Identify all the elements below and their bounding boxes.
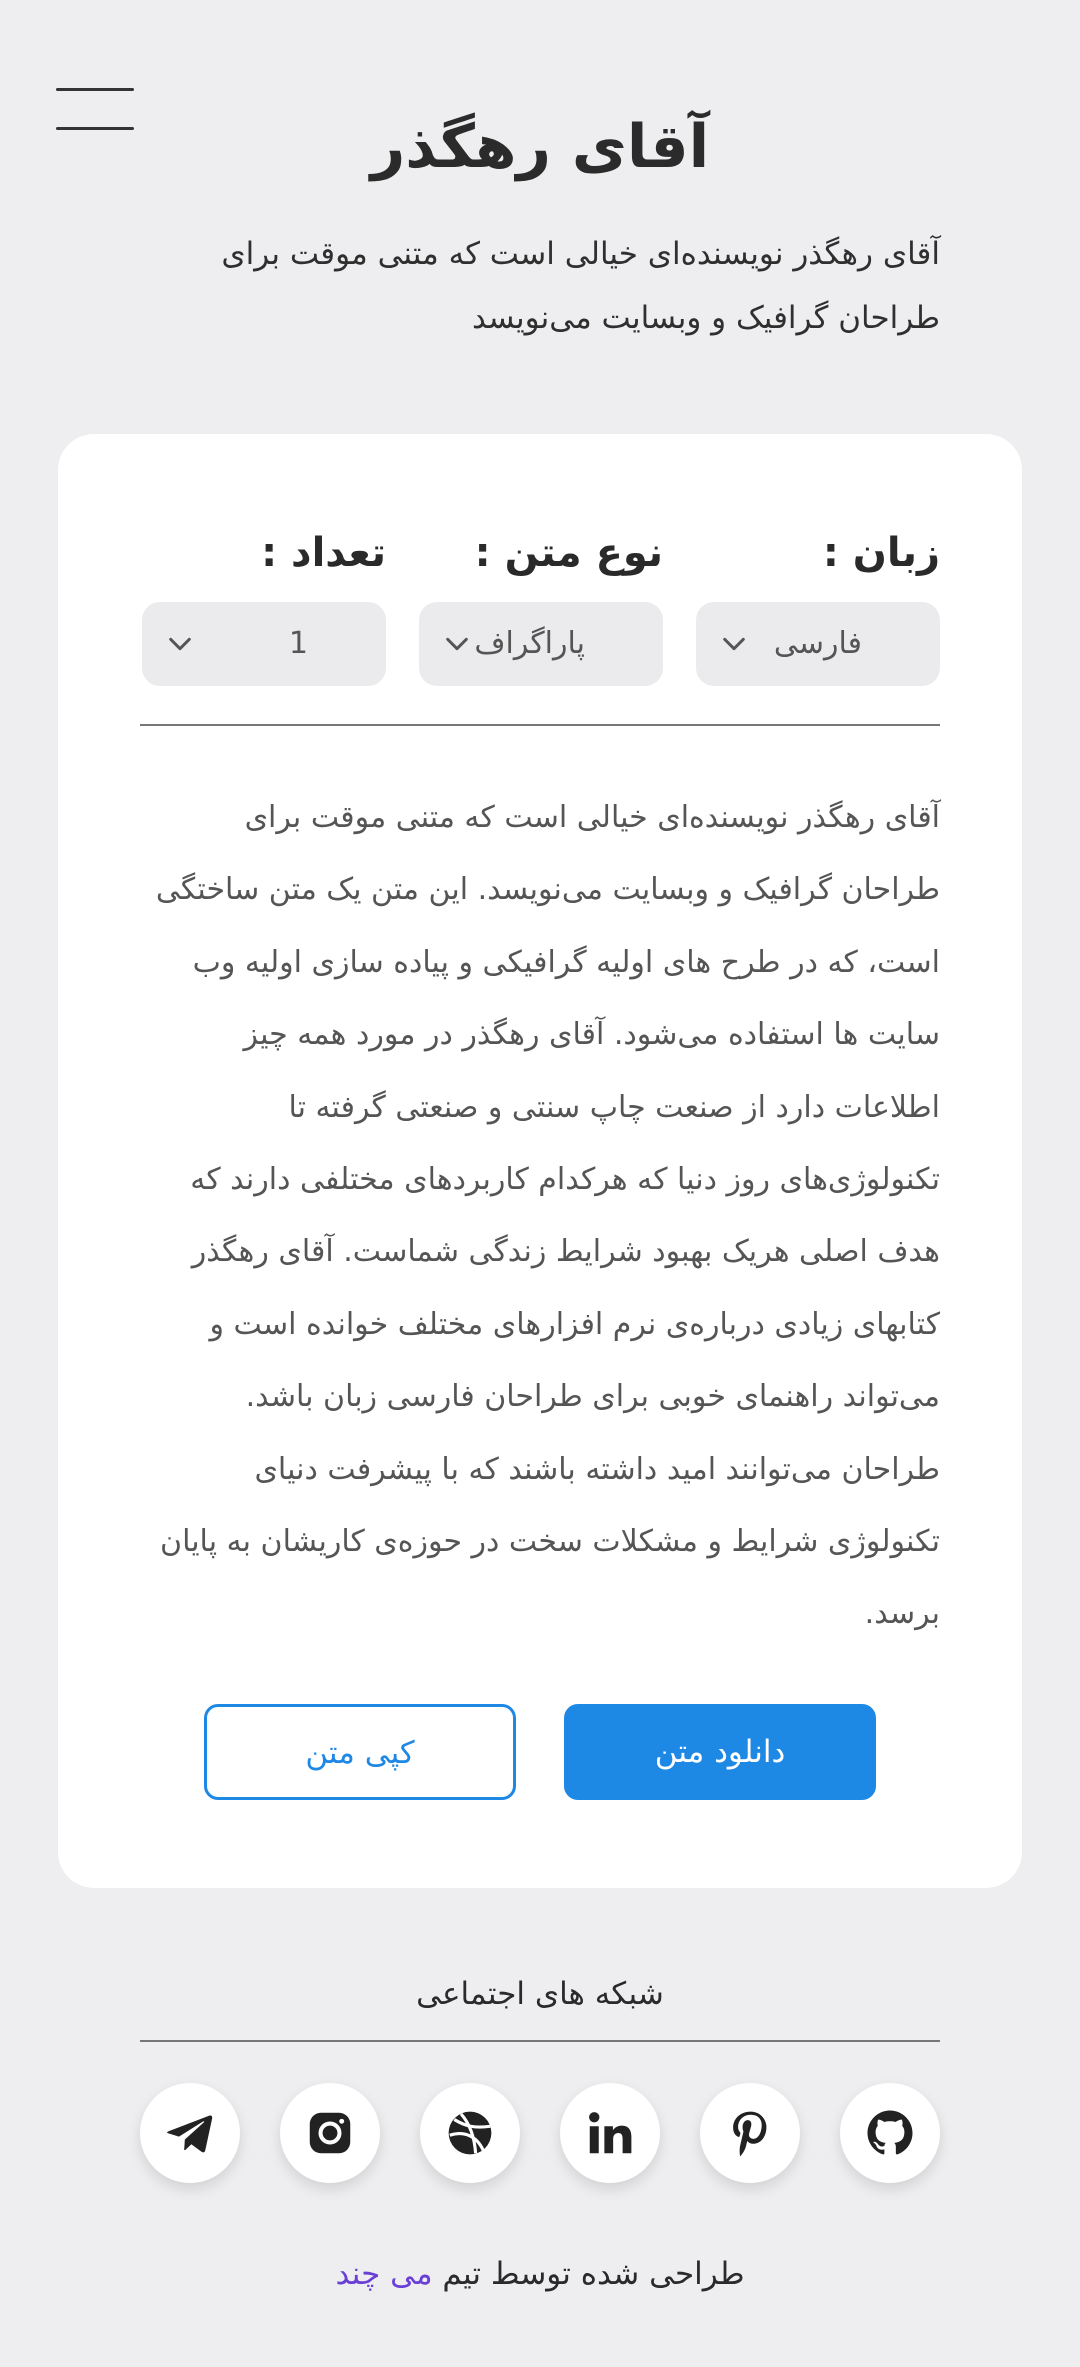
count-select[interactable]: 1	[142, 602, 386, 686]
github-icon	[867, 2110, 913, 2155]
footer-credit: طراحی شده توسط تیم می چند	[0, 2256, 1080, 2292]
intro-text: آقای رهگذر نویسنده‌ای خیالی است که متنی …	[221, 236, 940, 336]
download-text-button[interactable]: دانلود متن	[564, 1704, 876, 1800]
chevron-down-icon	[723, 637, 745, 651]
divider	[140, 724, 940, 726]
github-link[interactable]	[840, 2083, 940, 2183]
instagram-icon	[309, 2112, 351, 2154]
count-value: 1	[288, 626, 308, 661]
telegram-link[interactable]	[140, 2083, 240, 2183]
instagram-link[interactable]	[280, 2083, 380, 2183]
dribbble-link[interactable]	[420, 2083, 520, 2183]
generated-text: آقای رهگذر نویسنده‌ای خیالی است که متنی …	[155, 800, 940, 1632]
dribbble-icon	[448, 2111, 492, 2155]
generator-card: زبان : نوع متن : تعداد : فارسی پاراگراف …	[58, 434, 1022, 1888]
chevron-down-icon	[169, 637, 191, 651]
chevron-down-icon	[446, 637, 468, 651]
linkedin-icon	[589, 2112, 632, 2154]
social-divider	[140, 2040, 940, 2042]
pinterest-link[interactable]	[700, 2083, 800, 2183]
team-link[interactable]: می چند	[335, 2256, 432, 2292]
telegram-icon	[167, 2115, 213, 2153]
text-type-value: پاراگراف	[474, 626, 585, 661]
text-type-label: نوع متن :	[474, 530, 663, 576]
pinterest-icon	[733, 2111, 767, 2157]
language-label: زبان :	[822, 530, 940, 576]
social-title: شبکه های اجتماعی	[416, 1976, 664, 2012]
language-value: فارسی	[773, 626, 862, 661]
linkedin-link[interactable]	[560, 2083, 660, 2183]
page-title: آقای رهگذر	[370, 112, 710, 182]
count-label: تعداد :	[261, 530, 386, 576]
text-type-select[interactable]: پاراگراف	[419, 602, 663, 686]
language-select[interactable]: فارسی	[696, 602, 940, 686]
copy-text-button[interactable]: کپی متن	[204, 1704, 516, 1800]
credit-prefix: طراحی شده توسط تیم	[442, 2256, 745, 2292]
